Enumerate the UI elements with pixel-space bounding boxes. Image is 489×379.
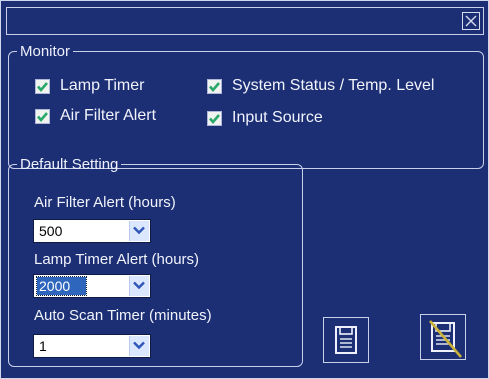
air-filter-hours-value: 500 (39, 223, 63, 239)
lamp-timer-hours-label: Lamp Timer Alert (hours) (34, 251, 200, 268)
auto-scan-minutes-value: 1 (39, 338, 47, 354)
input-source-checkbox[interactable] (207, 110, 222, 126)
chevron-down-icon[interactable] (129, 276, 149, 296)
air-filter-alert-checkbox[interactable] (35, 108, 50, 124)
save-button[interactable] (323, 317, 369, 363)
lamp-timer-checkbox-row[interactable]: Lamp Timer (35, 77, 144, 95)
no-save-button[interactable] (420, 314, 466, 360)
system-status-checkbox-row[interactable]: System Status / Temp. Level (207, 77, 434, 95)
lamp-timer-hours-value: 2000 (35, 276, 88, 296)
default-setting-legend: Default Setting (20, 156, 119, 173)
monitor-group: Monitor (8, 43, 484, 169)
close-icon[interactable] (462, 12, 480, 30)
lamp-timer-label: Lamp Timer (60, 77, 145, 94)
air-filter-alert-checkbox-row[interactable]: Air Filter Alert (35, 107, 156, 125)
title-bar (6, 7, 484, 35)
system-status-checkbox[interactable] (207, 78, 222, 94)
settings-window: Monitor Lamp Timer System Status / Temp.… (0, 0, 489, 379)
system-status-label: System Status / Temp. Level (232, 77, 435, 94)
air-filter-hours-label: Air Filter Alert (hours) (34, 194, 176, 211)
lamp-timer-checkbox[interactable] (35, 78, 50, 94)
air-filter-alert-label: Air Filter Alert (60, 107, 157, 124)
monitor-legend: Monitor (20, 43, 71, 60)
lamp-timer-hours-select[interactable]: 2000 (33, 274, 151, 298)
no-save-icon (429, 320, 462, 358)
air-filter-hours-select[interactable]: 500 (33, 219, 151, 243)
chevron-down-icon[interactable] (129, 336, 149, 356)
chevron-down-icon[interactable] (129, 221, 149, 241)
auto-scan-minutes-label: Auto Scan Timer (minutes) (34, 307, 212, 324)
save-icon (335, 326, 357, 354)
input-source-label: Input Source (232, 109, 323, 126)
input-source-checkbox-row[interactable]: Input Source (207, 109, 323, 127)
auto-scan-minutes-select[interactable]: 1 (33, 334, 151, 358)
